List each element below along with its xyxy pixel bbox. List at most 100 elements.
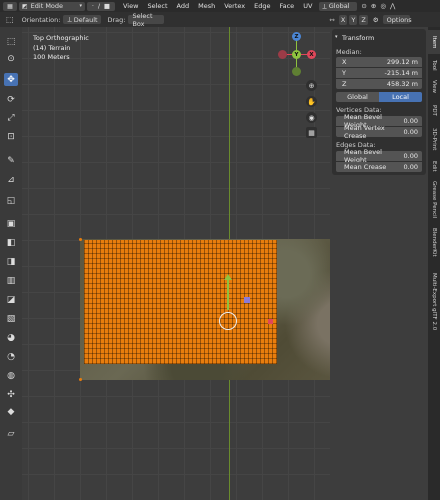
menu-vertex[interactable]: Vertex [224, 2, 245, 10]
rotate-tool-icon[interactable]: ⟳ [4, 93, 18, 106]
menu-uv[interactable]: UV [303, 2, 312, 10]
orientation-icon: ⟂ [322, 1, 327, 10]
gizmo-x-ball[interactable]: X [307, 50, 316, 59]
edge-select-icon[interactable]: / [98, 2, 100, 10]
axis-y-toggle[interactable]: Y [349, 14, 358, 25]
scale-label: 100 Meters [33, 53, 70, 61]
scale-tool-icon[interactable]: ⤢ [4, 111, 18, 124]
chevron-down-icon: ▾ [79, 3, 82, 9]
mirror-icon[interactable]: ⇿ [329, 16, 334, 24]
gizmo-z-ball[interactable]: Z [292, 32, 301, 41]
menu-add[interactable]: Add [177, 2, 190, 10]
tab-tool[interactable]: Tool [428, 55, 440, 75]
local-toggle[interactable]: Local [379, 92, 422, 102]
collapse-chevron-icon[interactable]: ▾ [335, 34, 338, 40]
snap-icon[interactable]: ⊕ [371, 2, 376, 10]
edit-mode-icon: ◩ [22, 2, 28, 10]
drag-dropdown[interactable]: Select Box [128, 12, 165, 28]
vertex-corner-bl[interactable] [79, 378, 82, 381]
tab-3d-print[interactable]: 3D-Print [428, 123, 440, 155]
axis-x-toggle[interactable]: X [338, 14, 348, 25]
view-name: Top Orthographic [33, 34, 89, 42]
median-z-field[interactable]: Z 458.32 m [336, 79, 422, 89]
transform-panel: ▾ Transform Median: X 299.12 m Y -215.14… [332, 29, 426, 175]
gizmo-neg-x-ball[interactable] [278, 50, 287, 59]
vertex-corner-tl[interactable] [79, 238, 82, 241]
move-tool-icon[interactable]: ✥ [4, 73, 18, 86]
extrude-tool-icon[interactable]: ▣ [4, 217, 18, 230]
shear-tool-icon[interactable]: ◆ [4, 405, 18, 418]
bevel-tool-icon[interactable]: ◨ [4, 255, 18, 268]
knife-tool-icon[interactable]: ◪ [4, 293, 18, 306]
edge-slide-tool-icon[interactable]: ◍ [4, 369, 18, 382]
tab-edit[interactable]: Edit [428, 156, 440, 176]
orientation-small-icon: ⟂ [67, 15, 72, 23]
active-tool-icon[interactable]: ⬚ [6, 15, 14, 24]
global-toggle[interactable]: Global [336, 92, 379, 102]
gizmo-neg-y-ball[interactable] [292, 67, 301, 76]
axis-z-toggle[interactable]: Z [359, 14, 368, 25]
overlay-icon[interactable]: ⋀ [390, 2, 395, 10]
median-y-field[interactable]: Y -215.14 m [336, 68, 422, 78]
editor-header: ▦ ◩ Edit Mode ▾ · / ■ View Select Add Me… [0, 0, 440, 12]
tab-view[interactable]: View [428, 76, 440, 98]
inset-tool-icon[interactable]: ◧ [4, 236, 18, 249]
grid-icon[interactable]: ▦ [306, 127, 317, 138]
shrink-fatten-tool-icon[interactable]: ✣ [4, 388, 18, 401]
sidebar-panel: ▾ Transform Median: X 299.12 m Y -215.14… [330, 27, 428, 500]
vertex-select-icon[interactable]: · [92, 2, 94, 10]
add-cube-tool-icon[interactable]: ◱ [4, 194, 18, 207]
tab-pdt[interactable]: PDT [428, 99, 440, 121]
vertex-crease-field[interactable]: Mean Vertex Crease 0.00 [336, 124, 422, 140]
object-name: (14) Terrain [33, 43, 71, 52]
tab-multi-export-gltf[interactable]: Multi-Export glTF 2.0 [428, 262, 440, 342]
gizmo-plane-handle[interactable] [244, 297, 250, 303]
transform-tool-icon[interactable]: ⊡ [4, 130, 18, 143]
face-select-icon[interactable]: ■ [104, 2, 110, 10]
loop-cut-tool-icon[interactable]: ▥ [4, 274, 18, 287]
rip-tool-icon[interactable]: ▱ [4, 427, 18, 440]
median-label: Median: [336, 48, 362, 56]
pan-hand-icon[interactable]: ✋ [306, 96, 317, 107]
cursor-tool-icon[interactable]: ⊙ [4, 52, 18, 65]
gizmo-y-ball[interactable]: Y [292, 50, 301, 59]
drag-label: Drag: [107, 15, 126, 24]
edge-crease-field[interactable]: Mean Crease 0.00 [336, 162, 422, 172]
mode-dropdown[interactable]: ◩ Edit Mode ▾ [19, 1, 85, 11]
median-x-field[interactable]: X 299.12 m [336, 57, 422, 67]
orientation-label: Orientation: [21, 15, 61, 24]
menu-face[interactable]: Face [279, 2, 294, 10]
options-dropdown[interactable]: Options [382, 15, 412, 24]
camera-icon[interactable]: ◉ [306, 112, 317, 123]
editor-type-icon[interactable]: ▦ [3, 1, 17, 11]
orientation-dropdown[interactable]: ⟂ Default [63, 15, 102, 24]
tab-item[interactable]: Item [428, 30, 440, 54]
pivot-icon[interactable]: ⊙ [361, 2, 366, 10]
proportional-edit-icon[interactable]: ◎ [380, 2, 386, 10]
tab-grease-pencil[interactable]: Grease Pencil [428, 178, 440, 222]
move-gizmo[interactable] [219, 312, 237, 330]
edge-bevel-weight-field[interactable]: Mean Bevel Weight 0.00 [336, 148, 422, 164]
transform-title: Transform [342, 34, 375, 42]
annotate-tool-icon[interactable]: ✎ [4, 154, 18, 167]
left-toolbar: ⬚ ⊙ ✥ ⟳ ⤢ ⊡ ✎ ⊿ ◱ ▣ ◧ ◨ ▥ ◪ ▧ ◕ ◔ ◍ ✣ ◆ … [0, 27, 22, 500]
gizmo-y-arrow[interactable] [227, 278, 229, 310]
menu-select[interactable]: Select [147, 2, 167, 10]
wrench-icon[interactable]: ⚙ [373, 16, 379, 24]
transform-orientation-dropdown[interactable]: ⟂ Global [319, 1, 358, 11]
select-mode-buttons[interactable]: · / ■ [87, 1, 115, 11]
zoom-icon[interactable]: ⊕ [306, 80, 317, 91]
measure-tool-icon[interactable]: ⊿ [4, 173, 18, 186]
spin-tool-icon[interactable]: ◕ [4, 331, 18, 344]
poly-build-tool-icon[interactable]: ▧ [4, 312, 18, 325]
menu-edge[interactable]: Edge [254, 2, 270, 10]
smooth-tool-icon[interactable]: ◔ [4, 350, 18, 363]
menu-mesh[interactable]: Mesh [198, 2, 215, 10]
tool-settings-bar: ⬚ Orientation: ⟂ Default Drag: Select Bo… [0, 12, 440, 28]
tab-blenderkit[interactable]: BlenderKit [428, 224, 440, 260]
gizmo-x-arrow[interactable] [268, 319, 273, 324]
select-box-tool-icon[interactable]: ⬚ [4, 35, 18, 48]
menu-view[interactable]: View [123, 2, 138, 10]
viewport-info: Top Orthographic (14) Terrain 100 Meters [33, 34, 89, 63]
sidebar-tabs: Item Tool View PDT 3D-Print Edit Grease … [428, 27, 440, 500]
